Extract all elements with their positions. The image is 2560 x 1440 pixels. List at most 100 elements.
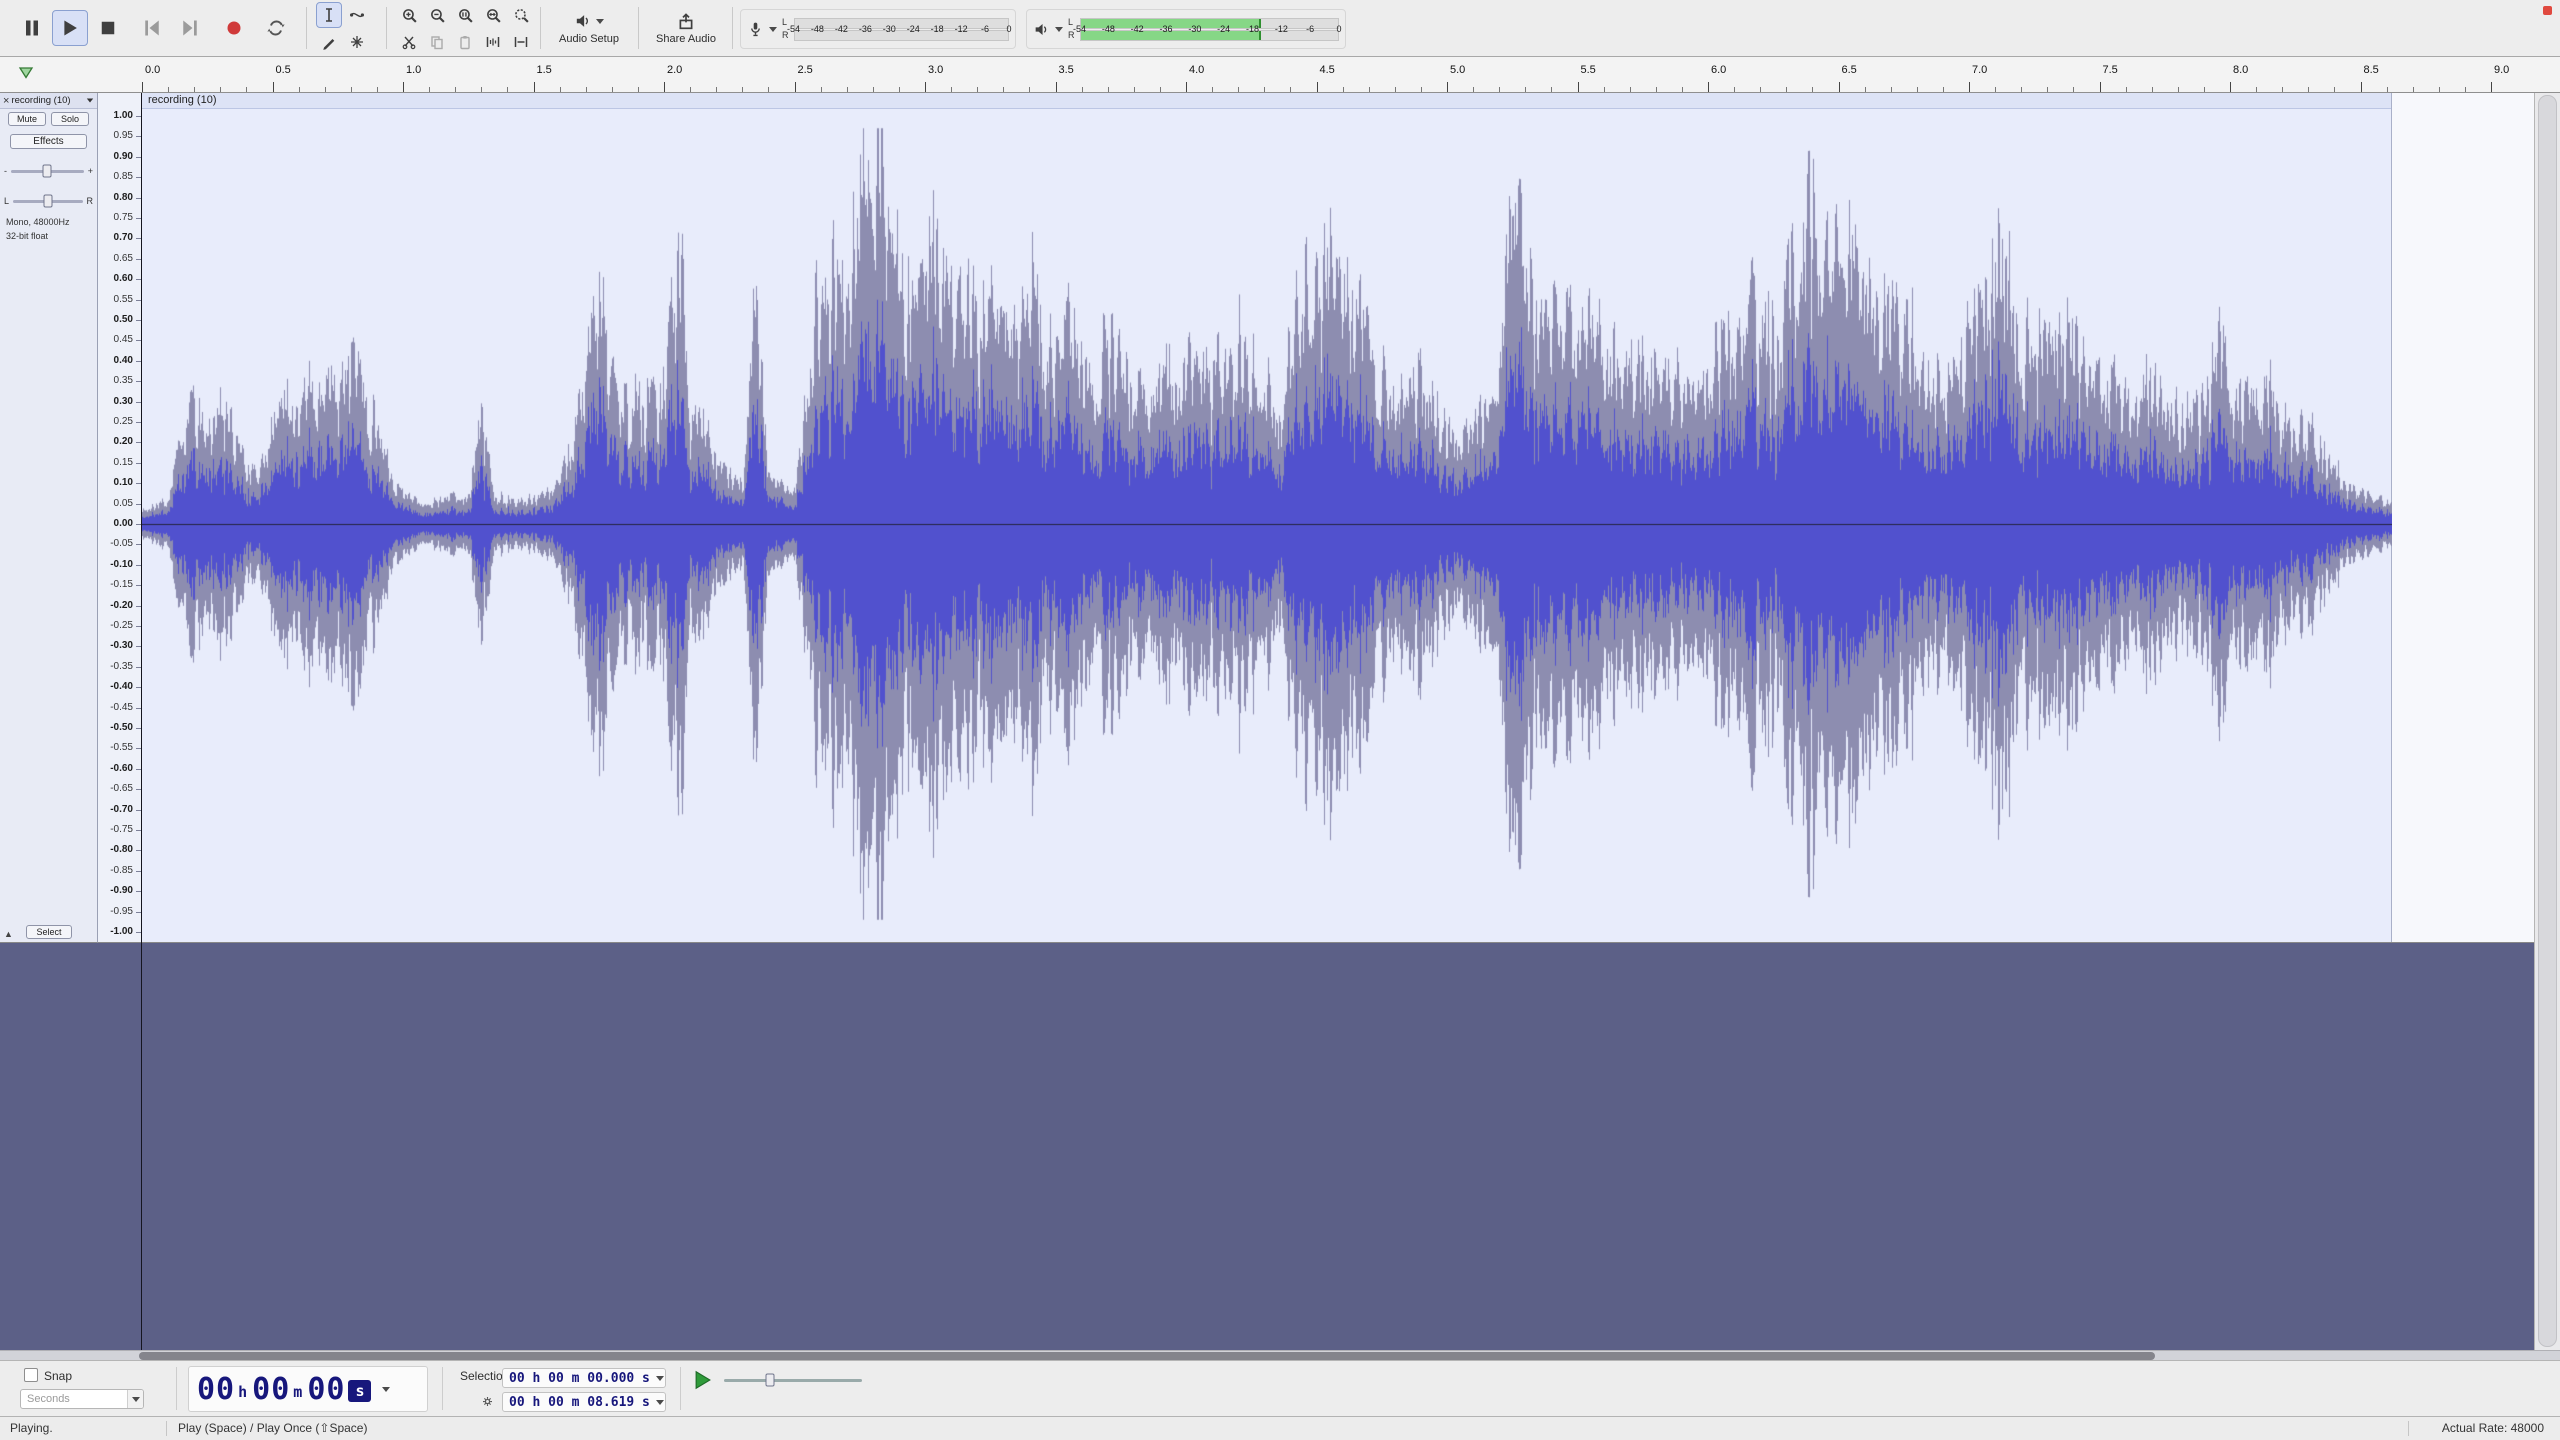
amplitude-label: 0.90 [114,151,133,163]
amplitude-label: 0.00 [114,518,133,530]
horizontal-scrollbar[interactable] [0,1350,2560,1360]
pan-slider[interactable]: L R [4,193,93,209]
draw-tool-button[interactable] [316,29,342,55]
meter-scale-label: -18 [1246,24,1259,34]
playback-meter-bars: -54-48-42-36-30-24-18-12-60 [1080,17,1340,42]
envelope-tool-button[interactable] [344,2,370,28]
timeline-label: 8.5 [2364,64,2379,76]
zoom-toggle-button[interactable] [508,2,534,28]
select-button[interactable]: Select [26,925,72,939]
timeline-label: 2.0 [667,64,682,76]
clip-header[interactable]: recording (10) [142,93,2391,109]
track-header[interactable]: × recording (10) [0,93,97,109]
timeline-major-tick [1708,82,1709,92]
gain-slider-track[interactable] [11,170,84,173]
chevron-down-icon [596,19,604,24]
amplitude-label: 0.40 [114,355,133,367]
track-close-button[interactable]: × [3,94,9,108]
statusbar-separator [2408,1421,2409,1436]
pan-slider-thumb[interactable] [43,195,52,208]
seconds-unit: s [348,1380,371,1402]
meter-scale-label: -42 [1131,24,1144,34]
meter-scale-label: -42 [835,24,848,34]
copy-button[interactable] [424,29,450,55]
meter-scale: -54-48-42-36-30-24-18-12-60 [1080,17,1340,42]
trim-audio-button[interactable] [480,29,506,55]
timeline-label: 1.5 [537,64,552,76]
collapse-track-button[interactable]: ▲ [4,929,13,939]
pan-slider-track[interactable] [13,200,82,203]
vertical-amplitude-ruler[interactable]: 1.000.950.900.850.800.750.700.650.600.55… [98,93,142,943]
vertical-scrollbar[interactable] [2534,93,2560,1350]
timeline-minor-tick [977,87,978,92]
horizontal-scrollbar-thumb[interactable] [139,1352,2155,1360]
solo-button[interactable]: Solo [51,112,89,126]
amplitude-label: -0.50 [110,722,133,734]
audio-position-display[interactable]: 00 h 00 m 00 s [188,1366,428,1412]
timeline-minor-tick [951,87,952,92]
meter-scale-label: -48 [811,24,824,34]
mute-button[interactable]: Mute [8,112,46,126]
zoom-in-button[interactable] [396,2,422,28]
multi-tool-button[interactable] [344,29,370,55]
vertical-scrollbar-thumb[interactable] [2538,95,2557,1347]
zoom-out-button[interactable] [424,2,450,28]
record-button[interactable] [216,10,252,46]
selection-start-field[interactable]: 00 h 00 m 00.000 s [502,1368,666,1388]
snap-checkbox[interactable] [24,1368,38,1382]
skip-to-end-button[interactable] [172,10,208,46]
timeline-minor-tick [1212,87,1213,92]
speed-slider-thumb[interactable] [765,1374,774,1387]
meter-scale-label: 0 [1336,24,1341,34]
gain-slider-thumb[interactable] [43,165,52,178]
snap-mode-select[interactable]: Seconds [20,1389,144,1409]
timeline-minor-tick [2178,87,2179,92]
track-menu-icon[interactable] [87,99,93,103]
timeline-minor-tick [1108,87,1109,92]
meter-scale-label: -6 [981,24,989,34]
gain-slider[interactable]: - + [4,163,93,179]
pause-button[interactable] [14,10,50,46]
time-format-dropdown-icon[interactable] [382,1387,390,1392]
track-name: recording (10) [11,95,84,106]
selection-end-field[interactable]: 00 h 00 m 08.619 s [502,1392,666,1412]
track-waveform-area[interactable]: recording (10) [142,93,2534,943]
timeline-major-tick [664,82,665,92]
pinned-play-head-icon[interactable] [18,66,34,80]
chevron-down-icon [656,1376,664,1381]
selection-settings-gear-icon[interactable] [480,1394,495,1409]
waveform-canvas[interactable] [142,109,2392,943]
track-control-panel[interactable]: × recording (10) Mute Solo Effects - + L… [0,93,98,943]
silence-audio-button[interactable] [508,29,534,55]
stop-button[interactable] [90,10,126,46]
timeline-major-tick [1447,82,1448,92]
status-bar: Playing. Play (Space) / Play Once (⇧Spac… [0,1416,2560,1440]
paste-button[interactable] [452,29,478,55]
ibeam-icon [321,7,337,23]
fit-project-button[interactable] [480,2,506,28]
play-button[interactable] [52,10,88,46]
effects-button[interactable]: Effects [10,134,87,149]
audio-clip[interactable]: recording (10) [142,93,2392,943]
recording-meter[interactable]: L R -54-48-42-36-30-24-18-12-60 [740,9,1016,49]
cut-icon [401,34,417,50]
timeline-label: 5.0 [1450,64,1465,76]
playback-meter[interactable]: L R -54-48-42-36-30-24-18-12-60 [1026,9,1346,49]
timeline-minor-tick [1891,87,1892,92]
zoom-to-selection-button[interactable] [452,2,478,28]
dropdown-button[interactable] [127,1390,143,1408]
timeline-major-tick [795,82,796,92]
audio-setup-button[interactable]: Audio Setup [546,0,632,57]
play-at-speed-button[interactable] [692,1369,714,1391]
playback-speed-slider[interactable] [724,1370,862,1390]
amplitude-label: -0.55 [110,742,133,754]
speed-slider-track[interactable] [724,1379,862,1382]
loop-button[interactable] [258,10,294,46]
cut-button[interactable] [396,29,422,55]
timeline-ruler[interactable]: 0.00.51.01.52.02.53.03.54.04.55.05.56.06… [0,57,2560,93]
share-audio-button[interactable]: Share Audio [644,0,728,57]
skip-to-start-button[interactable] [134,10,170,46]
timeline-minor-tick [481,87,482,92]
amplitude-label: -0.10 [110,559,133,571]
selection-tool-button[interactable] [316,2,342,28]
